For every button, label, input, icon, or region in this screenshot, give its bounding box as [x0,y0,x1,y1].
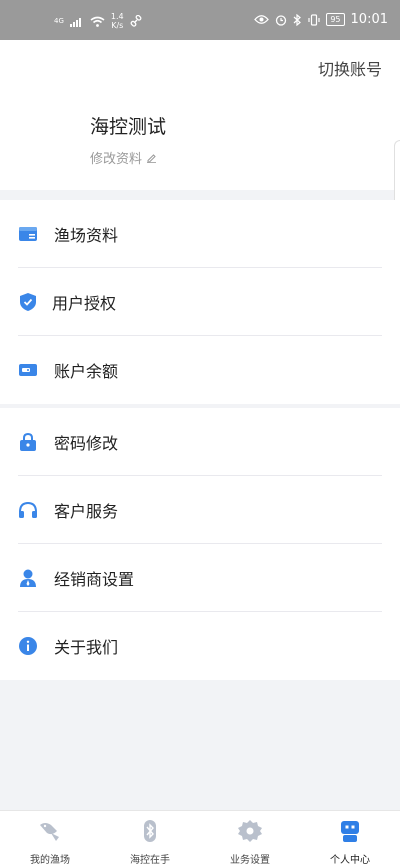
tab-label: 业务设置 [230,855,270,866]
menu-label: 关于我们 [54,638,119,657]
edit-profile-label: 修改资料 [90,152,143,167]
menu-item-dealer-settings[interactable]: 经销商设置 [0,544,400,612]
pencil-icon [147,154,157,163]
tab-label: 我的渔场 [30,855,70,866]
network-speed: 1.4 K/s [111,12,124,30]
bluetooth-status-icon [293,13,302,26]
tab-label: 海控在手 [130,855,170,866]
network-speed-unit: K/s [111,21,124,30]
person-icon [18,568,38,588]
menu-group-settings: 密码修改 客户服务 经销商设置 关于我们 [0,408,400,680]
battery-indicator: 95 [326,13,345,26]
tab-label: 个人中心 [330,855,370,866]
clock: 10:01 [350,12,388,27]
profile-header: 切换账号 海控测试 修改资料 [0,40,400,190]
info-icon [18,636,38,656]
vibrate-icon [308,13,320,26]
tab-haikong-handheld[interactable]: 海控在手 [100,811,200,867]
robot-icon [337,819,363,847]
signal-icon [69,17,81,27]
menu-item-user-authorization[interactable]: 用户授权 [0,268,400,336]
bluetooth-icon [137,819,163,847]
menu-label: 密码修改 [54,434,119,453]
tab-my-fishery[interactable]: 我的渔场 [0,811,100,867]
wifi-icon [90,16,105,27]
menu-item-customer-service[interactable]: 客户服务 [0,476,400,544]
link-icon [130,15,142,27]
menu-group-account: 渔场资料 用户授权 账户余额 [0,200,400,404]
wallet-icon [18,360,38,380]
eye-icon [254,15,270,24]
menu-item-account-balance[interactable]: 账户余额 [0,336,400,404]
folder-icon [18,224,38,244]
menu-item-change-password[interactable]: 密码修改 [0,408,400,476]
menu-label: 账户余额 [54,362,119,381]
network-indicator: 4G [54,17,64,25]
fish-icon [37,819,63,847]
gear-icon [237,819,263,847]
status-right: 95 10:01 [254,12,388,27]
shield-check-icon [18,292,38,312]
status-left: 4G 1.4 K/s [54,12,142,30]
menu-item-fishery-info[interactable]: 渔场资料 [0,200,400,268]
edit-profile-link[interactable]: 修改资料 [90,148,157,167]
menu-label: 渔场资料 [54,226,119,245]
menu-label: 客户服务 [54,502,119,521]
menu-label: 用户授权 [52,294,117,313]
bottom-tab-bar: 我的渔场 海控在手 业务设置 个人中心 [0,810,400,867]
network-speed-value: 1.4 [110,12,124,21]
alarm-icon [276,14,287,26]
headset-icon [18,500,38,520]
lock-icon [18,432,38,452]
menu-item-about-us[interactable]: 关于我们 [0,612,400,680]
profile-name: 海控测试 [90,116,167,138]
menu-label: 经销商设置 [54,570,135,589]
status-bar: 4G 1.4 K/s 95 10:01 [0,0,400,40]
switch-account-button[interactable]: 切换账号 [318,56,382,80]
tab-business-settings[interactable]: 业务设置 [200,811,300,867]
tab-personal-center[interactable]: 个人中心 [300,811,400,867]
